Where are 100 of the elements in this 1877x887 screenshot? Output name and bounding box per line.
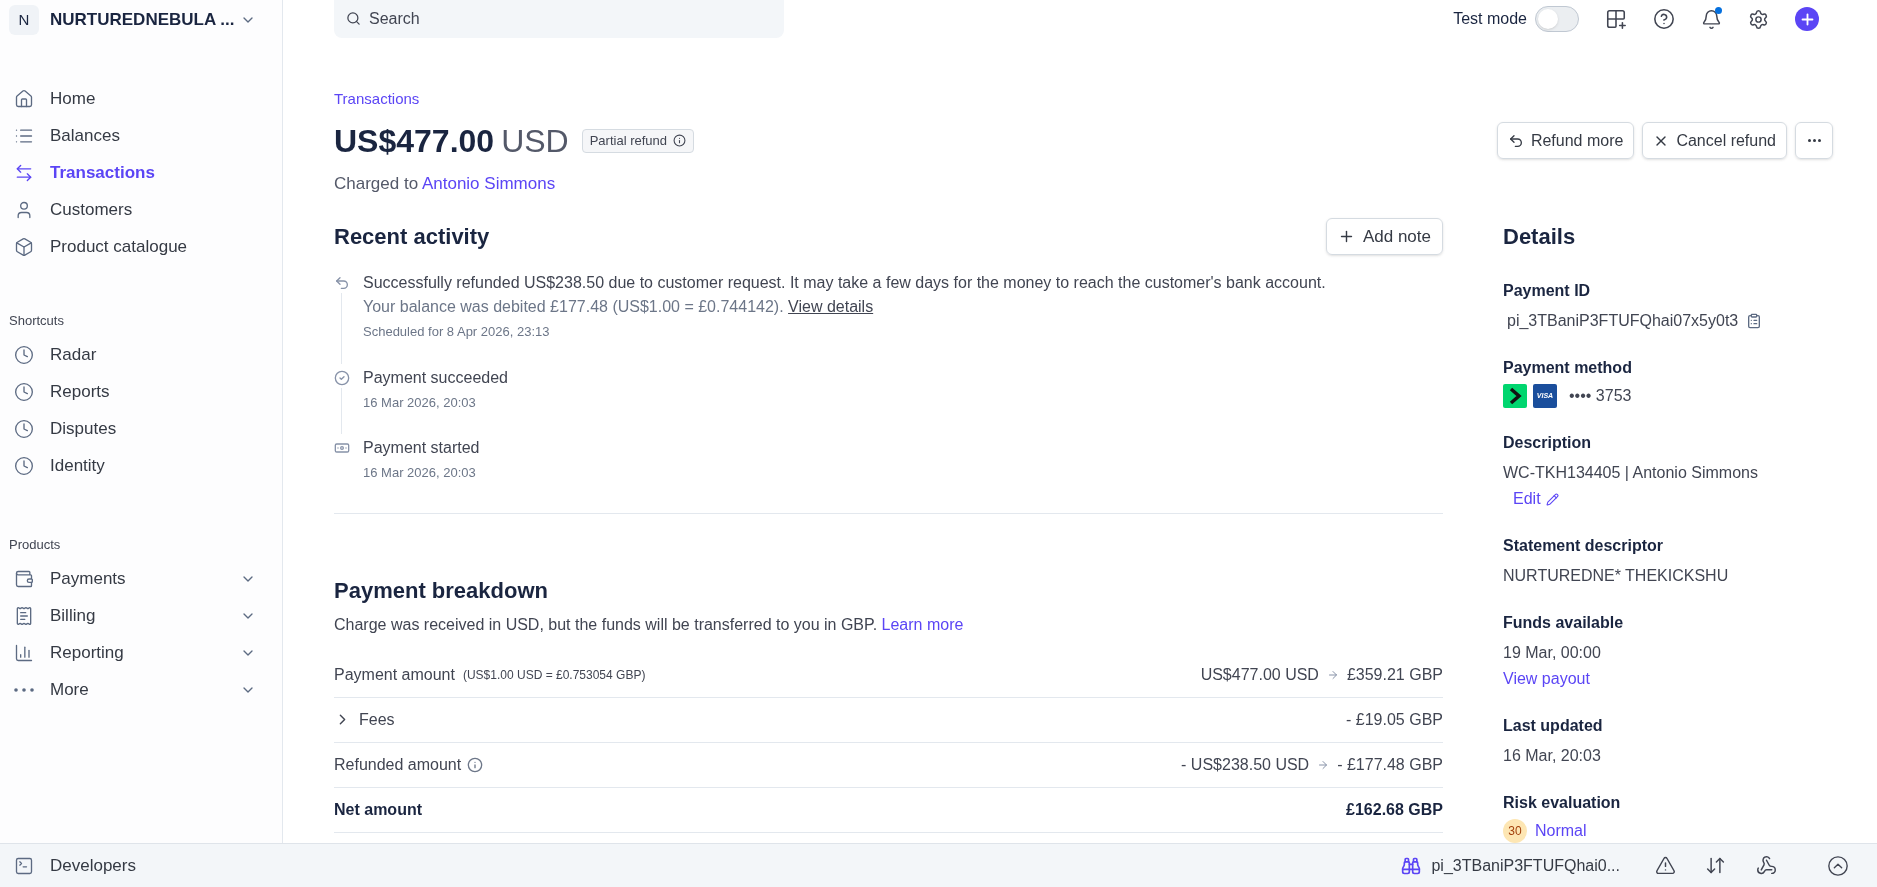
search-field[interactable]: Search (334, 0, 784, 38)
sidebar-item[interactable]: Balances (0, 117, 282, 154)
settings-icon[interactable] (1748, 8, 1769, 30)
breakdown-subtitle: Charge was received in USD, but the funds will be transferred to you in GBP. Learn more (334, 614, 965, 635)
account-switcher[interactable]: NURTUREDNEBULA ... (50, 7, 256, 33)
activity-time: 16 Mar 2026, 20:03 (363, 464, 477, 482)
activity-time: Scheduled for 8 Apr 2026, 23:13 (363, 323, 551, 341)
undo-icon (1507, 132, 1524, 149)
section-title: Details (1503, 223, 1577, 251)
currency: USD (501, 121, 569, 161)
detail-label: Risk evaluation (1503, 793, 1622, 813)
learn-more-link[interactable]: Learn more (881, 615, 964, 633)
box-icon (14, 236, 34, 257)
edit-link[interactable]: Edit (1513, 487, 1559, 511)
clock-icon (14, 456, 34, 476)
wallet-icon (14, 568, 34, 589)
test-mode-toggle[interactable] (1535, 6, 1579, 32)
account-avatar: N (9, 5, 39, 35)
detail-value: 16 Mar, 20:03 (1503, 746, 1602, 766)
arrows-icon (14, 162, 34, 183)
activity-text: Payment succeeded (363, 367, 508, 388)
original-amount: - US$238.50 USD (1181, 754, 1310, 775)
house-icon (14, 88, 34, 109)
clock-icon (14, 419, 34, 439)
ellipsis-icon (14, 687, 34, 692)
create-icon[interactable] (1795, 7, 1819, 31)
activity-note: Your balance was debited £177.48 (US$1.00 = £0.744142). View details (363, 297, 875, 317)
row-value: £359.21 GBP (1346, 664, 1443, 685)
row-value: - £19.05 GBP (1346, 709, 1443, 730)
test-mode-label: Test mode (1453, 9, 1527, 29)
detail-value: WC-TKH134405 | Antonio Simmons (1503, 463, 1759, 483)
row-label: Net amount (334, 799, 422, 820)
check-circle-icon (334, 369, 350, 386)
detail-value: pi_3TBaniP3FTUFQhai07x5y0t3 (1507, 311, 1739, 331)
warning-icon[interactable] (1655, 855, 1676, 876)
add-note-button[interactable]: Add note (1325, 218, 1443, 255)
section-title: Payment breakdown (334, 576, 549, 605)
section-heading: Products (8, 535, 62, 554)
activity-text: Successfully refunded US$238.50 due to customer request. It may take a few days for the money to reach the customer's bank account. (363, 273, 1326, 293)
row-value: - £177.48 GBP (1337, 754, 1443, 775)
action-button[interactable]: Cancel refund (1642, 122, 1787, 159)
sidebar-item[interactable]: Transactions (0, 154, 282, 191)
inspector-button[interactable]: pi_3TBaniP3FTUFQhai0... (1401, 853, 1620, 878)
section-title: Recent activity (334, 223, 490, 251)
developers-button[interactable]: Developers (14, 852, 136, 879)
sidebar-item[interactable]: Reports (0, 373, 282, 411)
amount: US$477.00 (334, 121, 495, 161)
sidebar-item[interactable]: Customers (0, 191, 282, 228)
card-number: •••• 3753 (1569, 386, 1632, 406)
clock-icon (14, 345, 34, 365)
detail-value: NURTUREDNE* THEKICKSHU (1503, 566, 1730, 586)
sidebar-item[interactable]: Home (0, 80, 282, 117)
detail-label: Payment ID (1503, 281, 1592, 301)
customer-link[interactable]: Antonio Simmons (421, 173, 556, 193)
activity-text: Payment started (363, 438, 480, 458)
detail-label: Last updated (1503, 716, 1604, 736)
view-payout-link[interactable]: View payout (1503, 667, 1833, 691)
binoculars-icon (1401, 855, 1422, 876)
pencil-icon (1545, 492, 1559, 506)
bar-chart-icon (14, 642, 34, 663)
section-heading: Shortcuts (8, 312, 65, 330)
sidebar-item[interactable]: Identity (0, 447, 282, 485)
sidebar-item[interactable]: Radar (0, 336, 282, 374)
detail-label: Payment method (1503, 358, 1633, 378)
search-icon (346, 11, 361, 26)
receipt-icon (14, 605, 34, 626)
row-value: £162.68 GBP (1346, 799, 1443, 820)
sidebar-item[interactable]: Reporting (0, 634, 282, 671)
row-label: Refunded amount (334, 754, 462, 775)
ellipsis-icon (1807, 139, 1821, 142)
clock-icon (14, 382, 34, 402)
action-button[interactable]: Refund more (1496, 122, 1635, 159)
view-details-link[interactable]: View details (788, 298, 874, 315)
sidebar-item[interactable]: Payments (0, 560, 282, 597)
sidebar-item[interactable]: More (0, 671, 282, 708)
add-widget-icon[interactable] (1605, 8, 1627, 30)
arrow-right-icon (1326, 668, 1339, 681)
help-icon[interactable] (1653, 8, 1675, 30)
terminal-icon (14, 855, 34, 876)
detail-label: Description (1503, 433, 1592, 453)
risk-score: 30 (1503, 819, 1527, 843)
breadcrumb-link[interactable]: Transactions (334, 88, 1497, 111)
sidebar-item[interactable]: Billing (0, 597, 282, 634)
activity-time: 16 Mar 2026, 20:03 (363, 393, 477, 412)
arrow-right-icon (1317, 758, 1330, 771)
banknote-icon (334, 440, 350, 456)
detail-value: 19 Mar, 00:00 (1503, 643, 1602, 663)
sidebar-item[interactable]: Disputes (0, 410, 282, 448)
risk-level-link[interactable]: Normal (1535, 819, 1587, 843)
clipboard-icon[interactable] (1746, 313, 1763, 329)
exchange-rate: (US$1.00 USD = £0.753054 GBP) (462, 666, 646, 684)
webhook-icon[interactable] (1756, 855, 1777, 876)
info-icon (467, 756, 484, 773)
expand-icon[interactable] (1827, 854, 1849, 877)
notifications-icon[interactable] (1701, 8, 1722, 30)
status-badge: Partial refund (581, 128, 694, 153)
chevron-logo-icon (1503, 384, 1527, 408)
sidebar-item[interactable]: Product catalogue (0, 228, 282, 265)
sort-arrows-icon[interactable] (1705, 855, 1726, 876)
original-amount: US$477.00 USD (1200, 664, 1319, 685)
